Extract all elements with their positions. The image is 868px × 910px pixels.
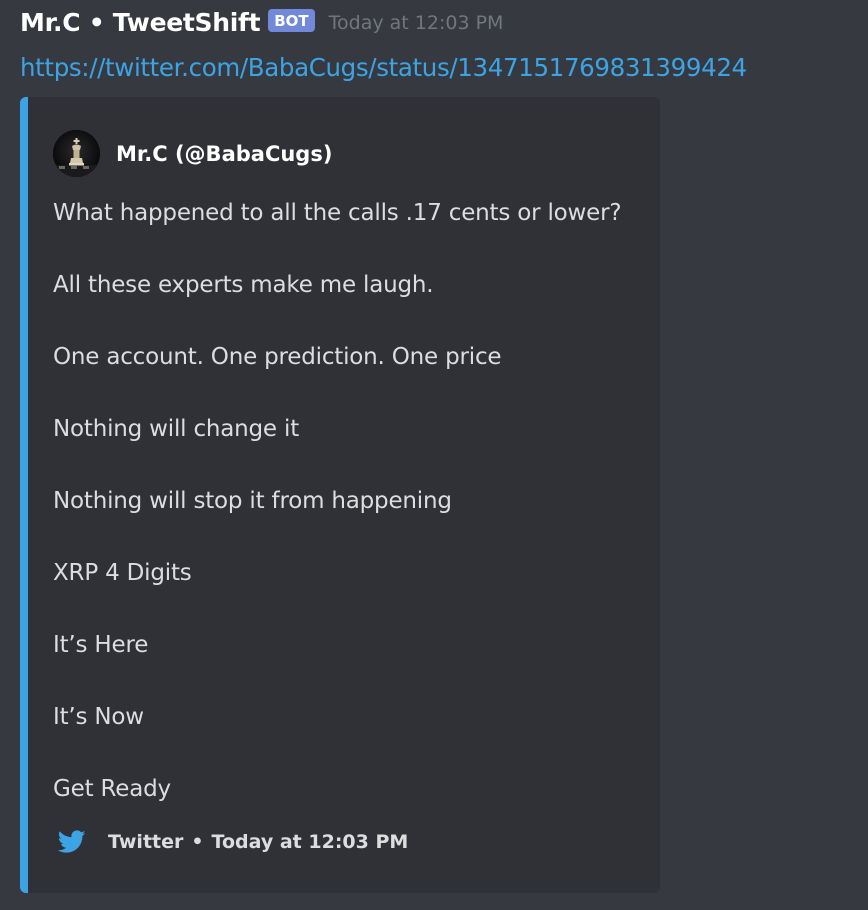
embed-author-name[interactable]: Mr.C (@BabaCugs) <box>116 142 332 166</box>
footer-timestamp: Today at 12:03 PM <box>211 831 409 853</box>
tweet-text: What happened to all the calls .17 cents… <box>53 195 653 807</box>
tweet-embed: Mr.C (@BabaCugs) What happened to all th… <box>20 97 660 893</box>
tweet-link[interactable]: https://twitter.com/BabaCugs/status/1347… <box>20 53 747 82</box>
tweet-line: Get Ready <box>53 776 171 802</box>
tweet-line: Nothing will change it <box>53 416 300 442</box>
bot-badge: BOT <box>268 9 315 32</box>
tweet-line: It’s Here <box>53 632 149 658</box>
tweet-line: Nothing will stop it from happening <box>53 488 452 514</box>
chat-message: Mr.C • TweetShift BOT Today at 12:03 PM … <box>0 0 868 910</box>
message-author[interactable]: Mr.C • TweetShift <box>20 8 261 37</box>
message-timestamp[interactable]: Today at 12:03 PM <box>329 12 504 34</box>
footer-source: Twitter <box>108 831 184 853</box>
footer-separator: • <box>191 831 204 853</box>
message-header: Mr.C • TweetShift BOT Today at 12:03 PM <box>20 8 503 37</box>
tweet-line: It’s Now <box>53 704 144 730</box>
tweet-line: One account. One prediction. One price <box>53 344 502 370</box>
tweet-line: XRP 4 Digits <box>53 560 192 586</box>
embed-footer: Twitter • Today at 12:03 PM <box>57 827 408 857</box>
tweet-line: All these experts make me laugh. <box>53 272 434 298</box>
chess-king-avatar-icon[interactable] <box>53 130 100 177</box>
tweet-line: What happened to all the calls .17 cents… <box>53 200 622 226</box>
twitter-bird-icon <box>57 827 87 857</box>
embed-author: Mr.C (@BabaCugs) <box>53 130 332 177</box>
